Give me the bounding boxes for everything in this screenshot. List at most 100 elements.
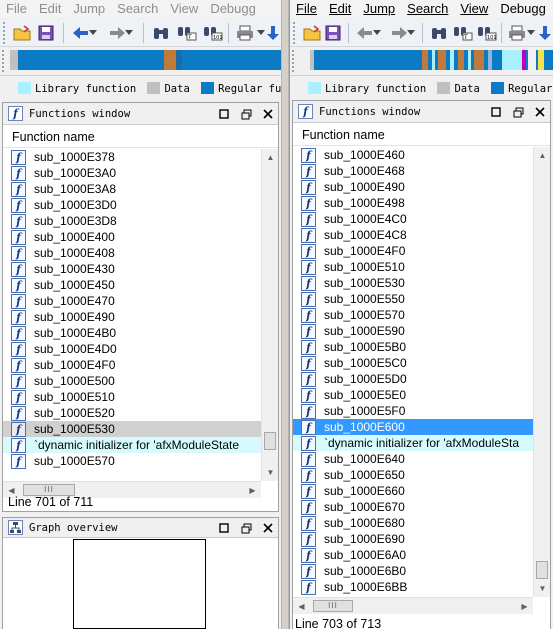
print-icon[interactable] [234,22,256,44]
open-folder-icon[interactable] [11,22,33,44]
scroll-left-arrow-icon[interactable]: ◀ [293,598,310,615]
close-icon[interactable] [262,522,274,534]
minimize-icon[interactable] [218,108,230,120]
menu-view[interactable]: View [454,0,494,18]
function-row[interactable]: f sub_1000E400 [3,229,261,245]
scroll-h-thumb[interactable]: III [313,600,353,612]
function-row[interactable]: f sub_1000E5F0 [293,403,533,419]
functions-window-titlebar[interactable]: f Functions window [293,101,550,123]
print-icon[interactable] [506,22,528,44]
close-icon[interactable] [534,106,546,118]
function-row[interactable]: f sub_1000E660 [293,483,533,499]
navigation-bar[interactable] [10,50,281,70]
function-row[interactable]: f sub_1000E5B0 [293,339,533,355]
function-row[interactable]: f sub_1000E3A8 [3,181,261,197]
function-row[interactable]: f sub_1000E600 [293,419,533,435]
function-row[interactable]: f sub_1000E510 [3,389,261,405]
function-row[interactable]: f sub_1000E680 [293,515,533,531]
function-row[interactable]: f sub_1000E570 [3,453,261,469]
function-row[interactable]: f sub_1000E650 [293,467,533,483]
function-row[interactable]: f sub_1000E6A0 [293,547,533,563]
function-row[interactable]: f sub_1000E408 [3,245,261,261]
menu-debugger[interactable]: Debugg [204,0,262,18]
step-into-icon[interactable] [534,22,553,44]
column-header-function-name[interactable]: Function name [293,124,550,146]
menu-jump[interactable]: Jump [67,0,111,18]
function-row[interactable]: f sub_1000E690 [293,531,533,547]
function-row[interactable]: f sub_1000E470 [3,293,261,309]
toolbar-grip[interactable] [293,22,296,44]
vertical-scrollbar[interactable]: ▲ ▼ [533,147,550,597]
column-header-function-name[interactable]: Function name [3,126,278,148]
function-row[interactable]: f sub_1000E4F0 [3,357,261,373]
restore-icon[interactable] [512,106,524,118]
function-row[interactable]: f sub_1000E3A0 [3,165,261,181]
function-row[interactable]: f sub_1000E498 [293,195,533,211]
scroll-thumb[interactable] [536,561,548,579]
function-row[interactable]: f sub_1000E490 [3,309,261,325]
navigation-bar[interactable] [310,50,553,70]
forward-dropdown-icon[interactable] [124,22,134,44]
function-row[interactable]: f sub_1000E4F0 [293,243,533,259]
function-row[interactable]: f sub_1000E5D0 [293,371,533,387]
menu-search[interactable]: Search [401,0,454,18]
back-dropdown-icon[interactable] [88,22,98,44]
menu-search[interactable]: Search [111,0,164,18]
menu-debugger[interactable]: Debugg [494,0,552,18]
graph-overview-titlebar[interactable]: Graph overview [3,518,278,538]
menu-edit[interactable]: Edit [323,0,357,18]
menu-file[interactable]: File [0,0,33,18]
restore-icon[interactable] [240,108,252,120]
minimize-icon[interactable] [490,106,502,118]
restore-icon[interactable] [240,522,252,534]
save-icon[interactable] [35,22,57,44]
menu-edit[interactable]: Edit [33,0,67,18]
function-row[interactable]: f sub_1000E4C8 [293,227,533,243]
scroll-right-arrow-icon[interactable]: ▶ [244,482,261,499]
function-row[interactable]: f `dynamic initializer for 'afxModuleSta [293,435,533,451]
function-row[interactable]: f sub_1000E5E0 [293,387,533,403]
search-text-icon[interactable]: T [452,22,474,44]
horizontal-scrollbar[interactable]: ◀ III ▶ [293,597,533,614]
function-row[interactable]: f sub_1000E3D8 [3,213,261,229]
step-into-icon[interactable] [262,22,281,44]
function-row[interactable]: f sub_1000E468 [293,163,533,179]
scroll-up-arrow-icon[interactable]: ▲ [534,147,551,164]
menu-file[interactable]: File [290,0,323,18]
search-text-icon[interactable]: T [176,22,198,44]
function-row[interactable]: f sub_1000E4B0 [3,325,261,341]
functions-list[interactable]: f sub_1000E460 f sub_1000E468 f sub_1000E490 f… [293,147,533,597]
close-icon[interactable] [262,108,274,120]
save-icon[interactable] [322,22,344,44]
search-binary-icon[interactable]: 101 [202,22,224,44]
binoculars-icon[interactable] [428,22,450,44]
function-row[interactable]: f sub_1000E490 [293,179,533,195]
functions-list[interactable]: f sub_1000E378 f sub_1000E3A0 f sub_1000E3A8 f… [3,149,261,481]
search-binary-icon[interactable]: 101 [476,22,498,44]
back-dropdown-icon[interactable] [372,22,382,44]
menu-view[interactable]: View [164,0,204,18]
minimize-icon[interactable] [218,522,230,534]
function-row[interactable]: f sub_1000E670 [293,499,533,515]
function-row[interactable]: f sub_1000E520 [3,405,261,421]
function-row[interactable]: f sub_1000E550 [293,291,533,307]
function-row[interactable]: f sub_1000E510 [293,259,533,275]
function-row[interactable]: f sub_1000E4D0 [3,341,261,357]
function-row[interactable]: f sub_1000E3D0 [3,197,261,213]
function-row[interactable]: f sub_1000E590 [293,323,533,339]
function-row[interactable]: f sub_1000E530 [293,275,533,291]
graph-overview-canvas[interactable] [73,539,206,629]
scroll-down-arrow-icon[interactable]: ▼ [534,580,551,597]
vertical-scrollbar[interactable]: ▲ ▼ [261,149,278,481]
function-row[interactable]: f sub_1000E500 [3,373,261,389]
function-row[interactable]: f sub_1000E570 [293,307,533,323]
function-row[interactable]: f sub_1000E450 [3,277,261,293]
forward-dropdown-icon[interactable] [406,22,416,44]
scroll-up-arrow-icon[interactable]: ▲ [262,149,279,166]
function-row[interactable]: f sub_1000E530 [3,421,261,437]
window-splitter[interactable] [281,0,289,629]
open-folder-icon[interactable] [301,22,323,44]
functions-window-titlebar[interactable]: f Functions window [3,103,278,125]
function-row[interactable]: f sub_1000E5C0 [293,355,533,371]
toolbar-grip[interactable] [3,22,6,44]
